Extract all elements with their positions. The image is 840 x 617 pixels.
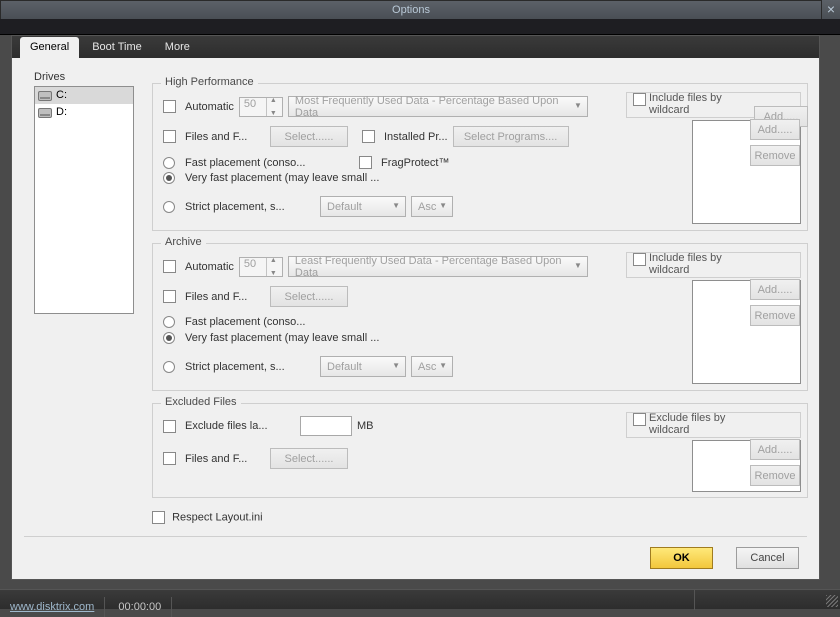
cancel-button[interactable]: Cancel: [736, 547, 799, 569]
ar-veryfast-label: Very fast placement (may leave small ...: [185, 332, 379, 344]
group-legend: High Performance: [161, 76, 258, 88]
status-url[interactable]: www.disktrix.com: [0, 597, 105, 617]
ar-strict-radio[interactable]: [163, 361, 175, 373]
group-legend: Excluded Files: [161, 396, 241, 408]
hp-automatic-combo[interactable]: Most Frequently Used Data - Percentage B…: [288, 96, 588, 117]
hp-select-files-button[interactable]: Select......: [270, 126, 348, 147]
drive-item-d[interactable]: D:: [35, 104, 133, 121]
tab-more[interactable]: More: [155, 37, 200, 58]
archive-group: Archive Automatic 50 Least Frequently Us…: [152, 243, 808, 391]
tab-boot-time[interactable]: Boot Time: [82, 37, 152, 58]
hp-fast-radio[interactable]: [163, 157, 175, 169]
ex-larger-label: Exclude files la...: [185, 420, 295, 432]
separator: [24, 536, 807, 537]
ar-strict-combo[interactable]: Default: [320, 356, 406, 377]
ex-files-label: Files and F...: [185, 453, 265, 465]
resize-grip[interactable]: [826, 595, 838, 607]
hdd-icon: [38, 91, 52, 101]
group-legend: Archive: [161, 236, 206, 248]
drive-label: C:: [56, 87, 67, 104]
mb-label: MB: [357, 420, 374, 432]
hp-fragprotect-checkbox[interactable]: [359, 156, 372, 169]
ex-size-input[interactable]: [300, 416, 352, 436]
hp-installed-checkbox[interactable]: [362, 130, 375, 143]
ok-button[interactable]: OK: [650, 547, 713, 569]
ar-automatic-combo[interactable]: Least Frequently Used Data - Percentage …: [288, 256, 588, 277]
ex-wildcard-add-button[interactable]: Add.....: [750, 439, 800, 460]
excluded-files-group: Excluded Files Exclude files la... MB Fi…: [152, 403, 808, 498]
ex-files-checkbox[interactable]: [163, 452, 176, 465]
ar-include-wildcard-checkbox[interactable]: [633, 253, 646, 266]
ar-automatic-checkbox[interactable]: [163, 260, 176, 273]
close-button[interactable]: ×: [822, 0, 840, 19]
hp-select-programs-button[interactable]: Select Programs....: [453, 126, 569, 147]
ex-exclude-wildcard-label: Exclude files by wildcard: [649, 412, 725, 436]
ex-wildcard-remove-button[interactable]: Remove: [750, 465, 800, 486]
window-title: Options: [392, 4, 430, 16]
hp-files-label: Files and F...: [185, 131, 265, 143]
hp-wildcard-add-button[interactable]: Add.....: [750, 119, 800, 140]
ar-fast-radio[interactable]: [163, 316, 175, 328]
hp-strict-label: Strict placement, s...: [185, 201, 315, 213]
drive-label: D:: [56, 104, 67, 121]
options-dialog: General Boot Time More Drives C: D: High…: [11, 35, 820, 580]
hp-automatic-label: Automatic: [185, 101, 234, 113]
hp-files-checkbox[interactable]: [163, 130, 176, 143]
ex-select-files-button[interactable]: Select......: [270, 448, 348, 469]
ar-wildcard-group: Include files by wildcard: [626, 252, 801, 278]
hp-veryfast-label: Very fast placement (may leave small ...: [185, 172, 379, 184]
ar-fast-label: Fast placement (conso...: [185, 316, 305, 328]
tab-general[interactable]: General: [20, 37, 79, 58]
hp-include-wildcard-checkbox[interactable]: [633, 93, 646, 106]
drive-item-c[interactable]: C:: [35, 87, 133, 104]
hp-automatic-checkbox[interactable]: [163, 100, 176, 113]
hp-include-wildcard-label: Include files by wildcard: [649, 92, 722, 116]
status-bar: www.disktrix.com 00:00:00: [0, 589, 840, 609]
ar-automatic-label: Automatic: [185, 261, 234, 273]
hp-wildcard-remove-button[interactable]: Remove: [750, 145, 800, 166]
ar-select-files-button[interactable]: Select......: [270, 286, 348, 307]
outer-window: Options × General Boot Time More Drives …: [0, 0, 840, 609]
high-performance-group: High Performance Automatic 50 Most Frequ…: [152, 83, 808, 231]
ar-wildcard-remove-button[interactable]: Remove: [750, 305, 800, 326]
hp-fragprotect-label: FragProtect™: [381, 157, 449, 169]
menubar-strip: [0, 19, 840, 35]
hp-strict-radio[interactable]: [163, 201, 175, 213]
hdd-icon: [38, 108, 52, 118]
ex-larger-checkbox[interactable]: [163, 420, 176, 433]
hp-automatic-spinner[interactable]: 50: [239, 97, 283, 117]
ar-files-checkbox[interactable]: [163, 290, 176, 303]
respect-layout-label: Respect Layout.ini: [172, 512, 263, 524]
drives-list[interactable]: C: D:: [34, 86, 134, 314]
hp-veryfast-radio[interactable]: [163, 172, 175, 184]
ar-order-combo[interactable]: Asc: [411, 356, 453, 377]
hp-fast-label: Fast placement (conso...: [185, 157, 345, 169]
ex-wildcard-group: Exclude files by wildcard: [626, 412, 801, 438]
respect-layout-checkbox[interactable]: [152, 511, 165, 524]
ar-strict-label: Strict placement, s...: [185, 361, 315, 373]
drives-label: Drives: [34, 71, 65, 83]
ar-veryfast-radio[interactable]: [163, 332, 175, 344]
hp-order-combo[interactable]: Asc: [411, 196, 453, 217]
status-empty: [175, 590, 695, 610]
ar-include-wildcard-label: Include files by wildcard: [649, 252, 722, 276]
hp-strict-combo[interactable]: Default: [320, 196, 406, 217]
status-time: 00:00:00: [108, 597, 172, 617]
ex-exclude-wildcard-checkbox[interactable]: [633, 413, 646, 426]
ar-files-label: Files and F...: [185, 291, 265, 303]
tab-strip: General Boot Time More: [12, 36, 819, 58]
ar-wildcard-add-button[interactable]: Add.....: [750, 279, 800, 300]
ar-automatic-spinner[interactable]: 50: [239, 257, 283, 277]
titlebar: Options: [0, 0, 822, 19]
hp-installed-label: Installed Pr...: [384, 131, 448, 143]
